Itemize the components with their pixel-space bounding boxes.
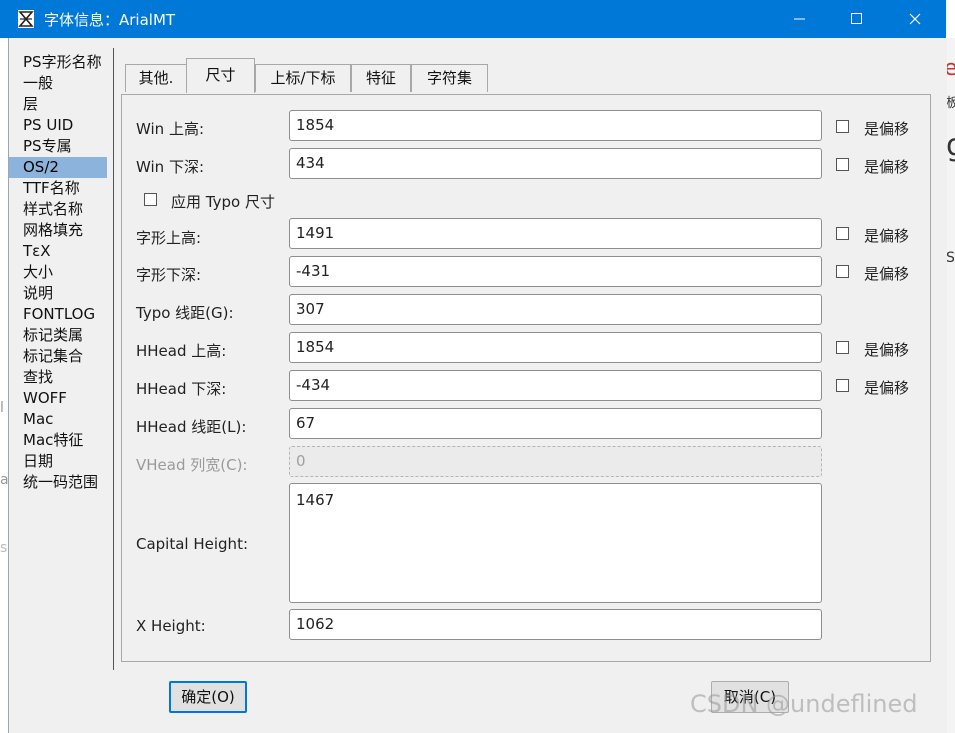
apply-typo-metrics-label: 应用 Typo 尺寸 bbox=[171, 193, 275, 211]
typo-descent-offset-label: 是偏移 bbox=[864, 265, 910, 283]
fontforge-app-icon bbox=[18, 10, 34, 28]
font-info-dialog: PS字形名称 一般 层 PS UID PS专属 OS/2 TTF名称 样式名称 … bbox=[8, 38, 947, 733]
win-descent-input[interactable]: 434 bbox=[289, 148, 822, 179]
hhead-ascent-offset-checkbox[interactable] bbox=[836, 341, 849, 354]
tab-features[interactable]: 特征 bbox=[351, 64, 411, 92]
category-item-size[interactable]: 大小 bbox=[9, 262, 115, 283]
list-divider bbox=[113, 48, 114, 670]
bg-text-5: l bbox=[0, 400, 4, 416]
title-bar[interactable]: 字体信息：ArialMT bbox=[0, 0, 946, 38]
typo-linegap-label: Typo 线距(G): bbox=[136, 304, 234, 322]
category-item-os2[interactable]: OS/2 bbox=[9, 157, 107, 178]
close-icon bbox=[909, 13, 921, 25]
typo-ascent-offset-checkbox[interactable] bbox=[836, 227, 849, 240]
typo-descent-offset-checkbox[interactable] bbox=[836, 265, 849, 278]
category-item-mark-sets[interactable]: 标记集合 bbox=[9, 346, 115, 367]
capital-height-label: Capital Height: bbox=[136, 535, 249, 553]
category-item-grid-fitting[interactable]: 网格填充 bbox=[9, 220, 115, 241]
window-title: 字体信息：ArialMT bbox=[44, 11, 176, 29]
typo-ascent-input[interactable]: 1491 bbox=[289, 218, 822, 249]
category-item-mac-features[interactable]: Mac特征 bbox=[9, 430, 115, 451]
vhead-colspace-input: 0 bbox=[289, 446, 822, 477]
maximize-button[interactable] bbox=[833, 0, 879, 38]
x-height-label: X Height: bbox=[136, 617, 206, 635]
category-item-style-names[interactable]: 样式名称 bbox=[9, 199, 115, 220]
tab-misc[interactable]: 其他. bbox=[125, 64, 187, 92]
win-descent-label: Win 下深: bbox=[136, 158, 204, 176]
bg-text-2: 板 bbox=[946, 96, 955, 111]
minimize-button[interactable] bbox=[776, 0, 822, 38]
category-item-lookups[interactable]: 查找 bbox=[9, 367, 115, 388]
category-item-ps-glyph-name[interactable]: PS字形名称 bbox=[9, 52, 115, 73]
hhead-linegap-label: HHead 线距(L): bbox=[136, 418, 247, 436]
typo-ascent-label: 字形上高: bbox=[136, 229, 202, 247]
category-list[interactable]: PS字形名称 一般 层 PS UID PS专属 OS/2 TTF名称 样式名称 … bbox=[9, 52, 115, 493]
maximize-icon bbox=[851, 13, 862, 24]
typo-linegap-input[interactable]: 307 bbox=[289, 294, 822, 325]
tab-metrics[interactable]: 尺寸 bbox=[186, 58, 255, 93]
category-item-general[interactable]: 一般 bbox=[9, 73, 115, 94]
category-item-layers[interactable]: 层 bbox=[9, 94, 115, 115]
category-item-dates[interactable]: 日期 bbox=[9, 451, 115, 472]
hhead-descent-input[interactable]: -434 bbox=[289, 370, 822, 401]
typo-descent-label: 字形下深: bbox=[136, 266, 202, 284]
win-ascent-offset-checkbox[interactable] bbox=[836, 120, 849, 133]
win-ascent-input[interactable]: 1854 bbox=[289, 110, 822, 141]
typo-descent-input[interactable]: -431 bbox=[289, 256, 822, 287]
category-item-tex[interactable]: TεX bbox=[9, 241, 115, 262]
watermark: CSDN @undeflined bbox=[690, 690, 918, 718]
hhead-ascent-label: HHead 上高: bbox=[136, 342, 227, 360]
category-item-fontlog[interactable]: FONTLOG bbox=[9, 304, 115, 325]
hhead-ascent-input[interactable]: 1854 bbox=[289, 332, 822, 363]
category-item-ps-private[interactable]: PS专属 bbox=[9, 136, 115, 157]
win-ascent-label: Win 上高: bbox=[136, 120, 204, 138]
category-item-comment[interactable]: 说明 bbox=[9, 283, 115, 304]
hhead-descent-label: HHead 下深: bbox=[136, 380, 227, 398]
apply-typo-metrics-checkbox[interactable] bbox=[144, 193, 157, 206]
bg-text-7: s bbox=[0, 540, 8, 556]
tab-super-subscript[interactable]: 上标/下标 bbox=[255, 64, 351, 92]
x-height-input[interactable]: 1062 bbox=[289, 609, 822, 640]
vhead-colspace-label: VHead 列宽(C): bbox=[136, 456, 248, 474]
category-item-ttf-names[interactable]: TTF名称 bbox=[9, 178, 115, 199]
hhead-linegap-input[interactable]: 67 bbox=[289, 408, 822, 439]
minimize-icon bbox=[794, 18, 805, 20]
category-item-woff[interactable]: WOFF bbox=[9, 388, 115, 409]
ok-button[interactable]: 确定(O) bbox=[169, 681, 247, 713]
hhead-ascent-offset-label: 是偏移 bbox=[864, 341, 910, 359]
typo-ascent-offset-label: 是偏移 bbox=[864, 227, 910, 245]
category-item-mac[interactable]: Mac bbox=[9, 409, 115, 430]
category-item-unicode-ranges[interactable]: 统一码范围 bbox=[9, 472, 115, 493]
hhead-descent-offset-label: 是偏移 bbox=[864, 379, 910, 397]
bg-text-3: g bbox=[946, 128, 955, 163]
win-ascent-offset-label: 是偏移 bbox=[864, 120, 910, 138]
win-descent-offset-checkbox[interactable] bbox=[836, 158, 849, 171]
win-descent-offset-label: 是偏移 bbox=[864, 158, 910, 176]
bg-text-4: S bbox=[946, 250, 955, 266]
hhead-descent-offset-checkbox[interactable] bbox=[836, 379, 849, 392]
category-item-mark-classes[interactable]: 标记类属 bbox=[9, 325, 115, 346]
capital-height-input[interactable]: 1467 bbox=[289, 483, 822, 603]
close-button[interactable] bbox=[891, 0, 937, 38]
tab-charsets[interactable]: 字符集 bbox=[411, 64, 488, 92]
category-item-ps-uid[interactable]: PS UID bbox=[9, 115, 115, 136]
